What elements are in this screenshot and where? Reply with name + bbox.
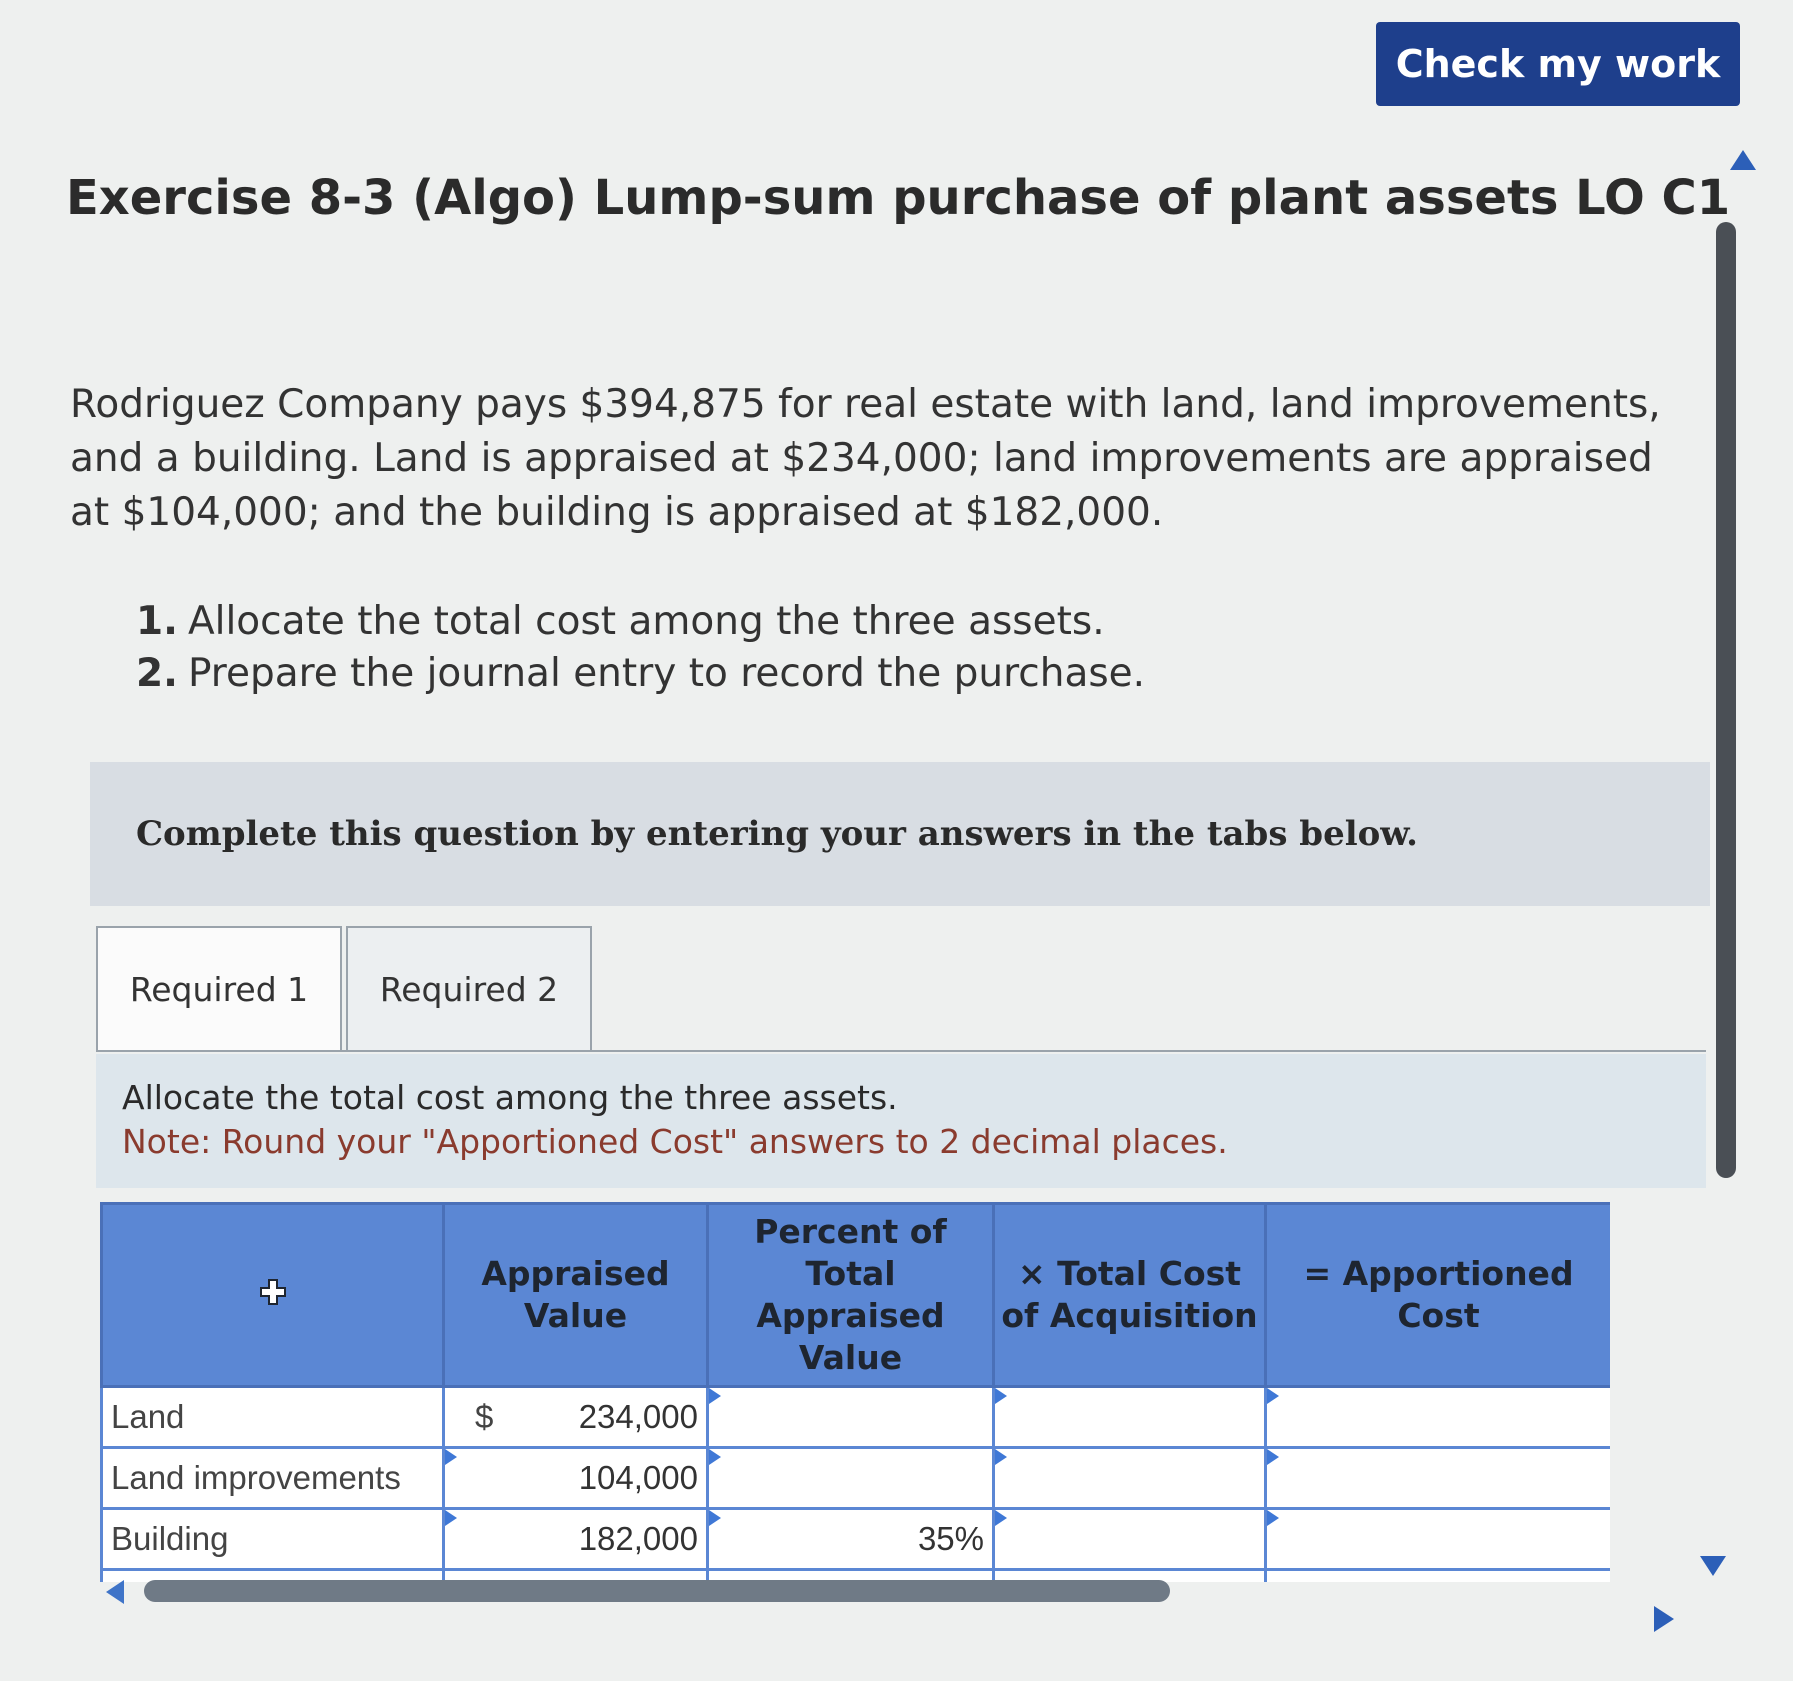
percent-input[interactable]: [706, 1446, 995, 1510]
scroll-down-arrow-icon[interactable]: [1700, 1556, 1726, 1576]
step-number: 1.: [136, 599, 178, 644]
tab-required-2[interactable]: Required 2: [346, 926, 592, 1050]
header-apportioned-cost: = Apportioned Cost: [1264, 1202, 1610, 1388]
row-label: Land improvements: [100, 1446, 445, 1510]
apportioned-cost-input[interactable]: [1264, 1446, 1610, 1510]
step-text: Prepare the journal entry to record the …: [187, 651, 1146, 696]
table-row: Land improvements 104,000: [100, 1446, 1610, 1510]
step-item: 1. Allocate the total cost among the thre…: [136, 596, 1145, 648]
total-cost-input[interactable]: [992, 1446, 1267, 1510]
row-label: Land: [100, 1385, 445, 1449]
percent-input[interactable]: 35%: [706, 1507, 995, 1571]
horizontal-scrollbar-thumb[interactable]: [144, 1580, 1170, 1602]
currency-symbol: $: [475, 1398, 494, 1435]
section-instruction: Allocate the total cost among the three …: [122, 1078, 898, 1117]
allocation-table: Appraised Value Percent of Total Apprais…: [100, 1202, 1610, 1582]
instruction-banner: Complete this question by entering your …: [90, 762, 1710, 906]
total-apportioned-cell: [1264, 1568, 1610, 1582]
header-appraised-value: Appraised Value: [442, 1202, 709, 1388]
appraised-value-cell: 182,000: [442, 1507, 709, 1571]
step-number: 2.: [136, 651, 178, 696]
steps-list: 1. Allocate the total cost among the thre…: [136, 596, 1145, 700]
total-cost-input[interactable]: [992, 1385, 1267, 1449]
exercise-title: Exercise 8-3 (Algo) Lump-sum purchase of…: [66, 170, 1731, 226]
step-item: 2. Prepare the journal entry to record th…: [136, 648, 1145, 700]
tab-divider: [96, 1050, 1706, 1052]
appraised-value-cell: 104,000: [442, 1446, 709, 1510]
check-my-work-button[interactable]: Check my work: [1376, 22, 1740, 106]
row-label: Building: [100, 1507, 445, 1571]
total-cost-input[interactable]: [992, 1507, 1267, 1571]
apportioned-cost-input[interactable]: [1264, 1507, 1610, 1571]
problem-text: Rodriguez Company pays $394,875 for real…: [70, 382, 1661, 535]
appraised-value-cell: $234,000: [442, 1385, 709, 1449]
plus-icon[interactable]: [259, 1274, 287, 1305]
percent-input[interactable]: [706, 1385, 995, 1449]
tab-required-1[interactable]: Required 1: [96, 926, 342, 1050]
header-percent-of-total: Percent of Total Appraised Value: [706, 1202, 995, 1388]
step-text: Allocate the total cost among the three …: [187, 599, 1105, 644]
table-row: Land $234,000: [100, 1385, 1610, 1449]
add-row-header[interactable]: [100, 1202, 445, 1388]
appraised-value: 234,000: [578, 1398, 698, 1435]
header-total-cost: × Total Cost of Acquisition: [992, 1202, 1267, 1388]
scroll-up-arrow-icon[interactable]: [1730, 150, 1756, 170]
section-note: Note: Round your "Apportioned Cost" answ…: [122, 1122, 1228, 1161]
table-row: Building 182,000 35%: [100, 1507, 1610, 1571]
instruction-banner-text: Complete this question by entering your …: [136, 814, 1418, 854]
scroll-right-arrow-icon[interactable]: [1654, 1606, 1674, 1632]
apportioned-cost-input[interactable]: [1264, 1385, 1610, 1449]
section-instructions: Allocate the total cost among the three …: [96, 1054, 1706, 1188]
vertical-scrollbar-thumb[interactable]: [1716, 222, 1736, 1178]
scroll-left-arrow-icon[interactable]: [106, 1580, 124, 1604]
